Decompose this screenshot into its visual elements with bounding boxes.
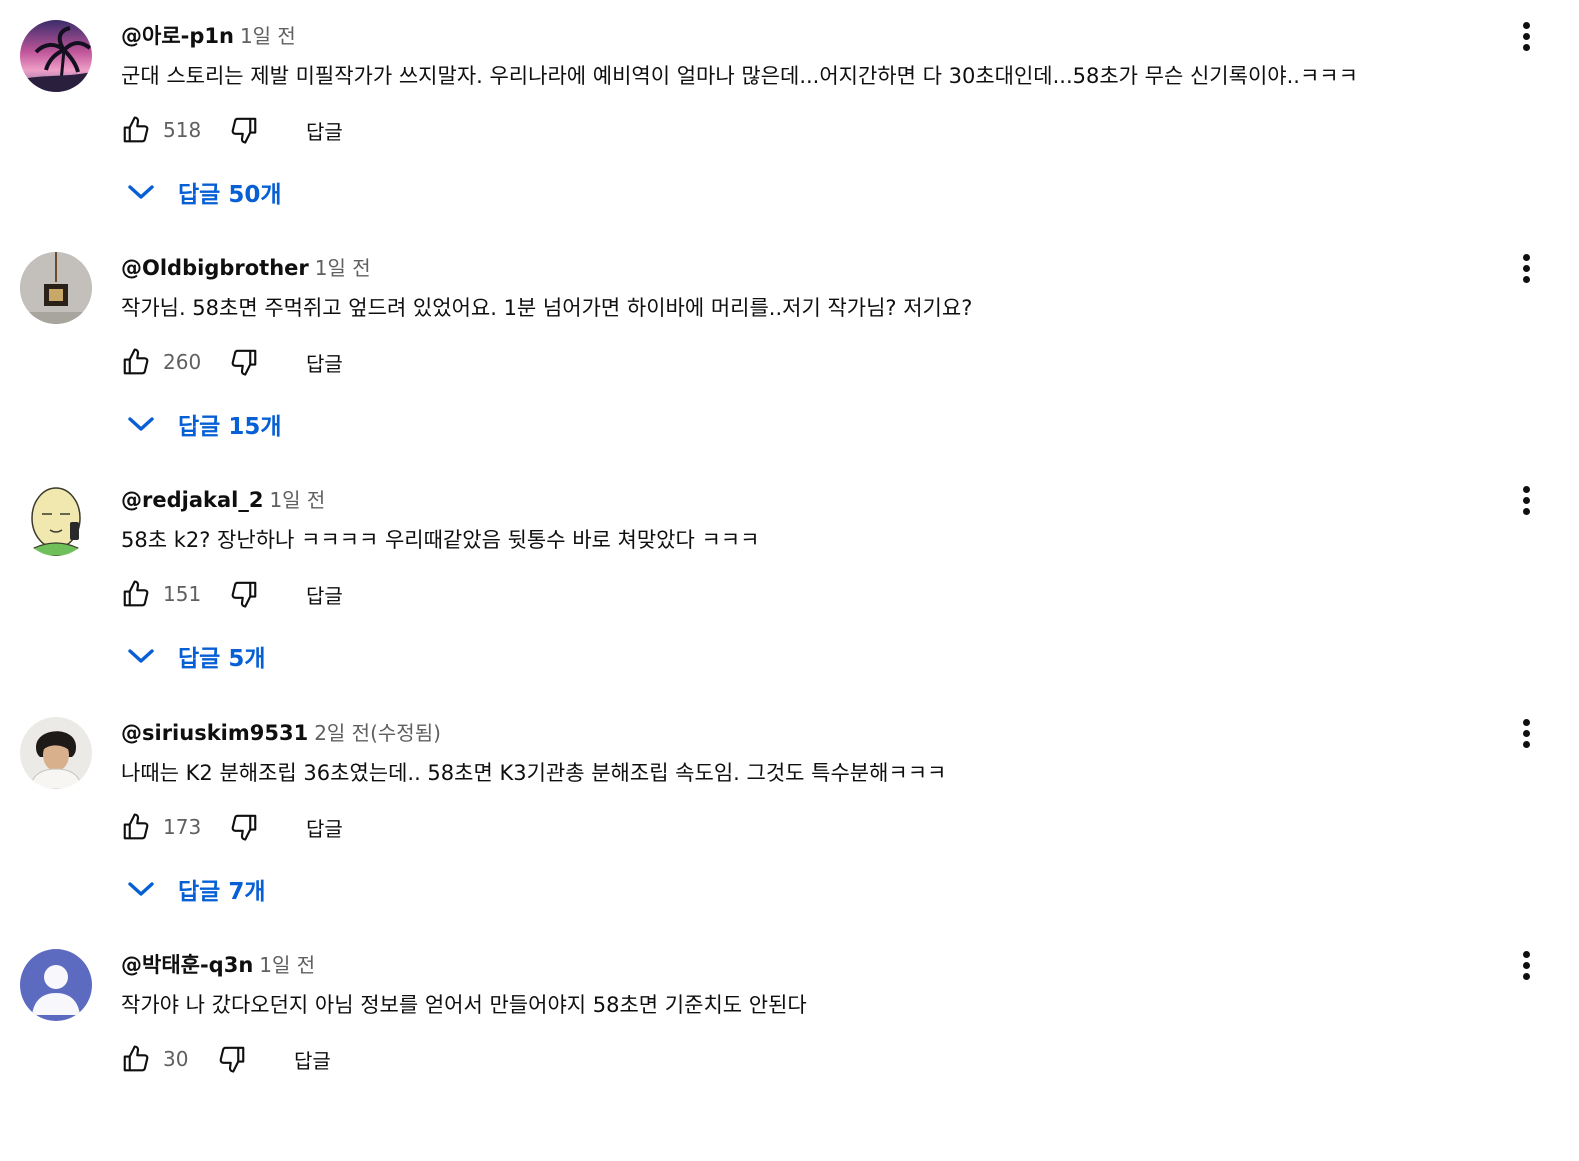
comment-item: @redjakal_2 1일 전 58초 k2? 장난하나 ㅋㅋㅋㅋ 우리때같았음…: [0, 464, 1579, 696]
comment-header: @siriuskim9531 2일 전(수정됨): [121, 717, 441, 747]
thumbs-up-icon: [123, 580, 149, 607]
replies-count: 답글 15개: [178, 414, 282, 440]
dislike-button[interactable]: [226, 112, 262, 148]
comment-time[interactable]: 1일 전: [240, 24, 296, 48]
chevron-down-icon: [128, 882, 154, 896]
comment-menu-button[interactable]: [1506, 248, 1546, 288]
comment-author[interactable]: @박태훈-q3n: [121, 953, 253, 977]
chevron-down-icon: [128, 649, 154, 663]
like-count: 518: [163, 118, 202, 142]
comment-time[interactable]: 1일 전: [269, 488, 325, 512]
reply-button[interactable]: 답글: [306, 580, 343, 609]
replies-count: 답글 5개: [178, 646, 266, 672]
more-vertical-icon: [1522, 950, 1530, 958]
comment-author[interactable]: @Oldbigbrother: [121, 256, 309, 280]
comment-text: 군대 스토리는 제발 미필작가가 쓰지말자. 우리나라에 예비역이 얼마나 많은…: [121, 64, 1358, 88]
comment-header: @아로-p1n 1일 전: [121, 20, 296, 50]
thumbs-up-icon: [123, 813, 149, 840]
avatar[interactable]: [20, 484, 92, 556]
more-vertical-icon: [1522, 253, 1530, 261]
replies-count: 답글 7개: [178, 879, 266, 905]
avatar[interactable]: [20, 20, 92, 92]
comment-menu-button[interactable]: [1506, 713, 1546, 753]
comment-item: @아로-p1n 1일 전 군대 스토리는 제발 미필작가가 쓰지말자. 우리나라에…: [0, 0, 1579, 232]
reply-button[interactable]: 답글: [306, 813, 343, 842]
more-vertical-icon: [1522, 718, 1530, 726]
comment-text: 58초 k2? 장난하나 ㅋㅋㅋㅋ 우리때같았음 뒷통수 바로 쳐맞았다 ㅋㅋㅋ: [121, 528, 760, 552]
reply-button[interactable]: 답글: [294, 1045, 331, 1074]
thumbs-up-icon: [123, 116, 149, 143]
comment-header: @Oldbigbrother 1일 전: [121, 252, 371, 282]
comment-header: @redjakal_2 1일 전: [121, 484, 325, 514]
like-count: 173: [163, 815, 202, 839]
thumbs-down-icon: [231, 117, 257, 144]
chevron-down-icon: [128, 417, 154, 431]
like-count: 151: [163, 582, 202, 606]
comment-header: @박태훈-q3n 1일 전: [121, 949, 315, 979]
comment-item: @siriuskim9531 2일 전(수정됨) 나때는 K2 분해조립 36초였…: [0, 697, 1579, 929]
more-vertical-icon: [1522, 485, 1530, 493]
avatar[interactable]: [20, 252, 92, 324]
comment-time[interactable]: 2일 전(수정됨): [314, 721, 441, 745]
like-button[interactable]: [118, 344, 154, 380]
comment-author[interactable]: @redjakal_2: [121, 488, 263, 512]
dislike-button[interactable]: [214, 1041, 250, 1077]
more-vertical-icon: [1522, 21, 1530, 29]
thumbs-up-icon: [123, 348, 149, 375]
dislike-button[interactable]: [226, 344, 262, 380]
reply-button[interactable]: 답글: [306, 116, 343, 145]
like-count: 30: [163, 1047, 189, 1071]
dislike-button[interactable]: [226, 576, 262, 612]
comments-list: @아로-p1n 1일 전 군대 스토리는 제발 미필작가가 쓰지말자. 우리나라에…: [0, 0, 1579, 1096]
thumbs-up-icon: [123, 1045, 149, 1072]
like-button[interactable]: [118, 112, 154, 148]
comment-menu-button[interactable]: [1506, 16, 1546, 56]
comment-text: 나때는 K2 분해조립 36초였는데.. 58초면 K3기관총 분해조립 속도임…: [121, 761, 947, 785]
comment-author[interactable]: @아로-p1n: [121, 24, 234, 48]
view-replies-button[interactable]: 답글 7개: [124, 867, 266, 911]
avatar[interactable]: [20, 949, 92, 1021]
avatar[interactable]: [20, 717, 92, 789]
dislike-button[interactable]: [226, 809, 262, 845]
view-replies-button[interactable]: 답글 15개: [124, 402, 282, 446]
like-button[interactable]: [118, 576, 154, 612]
chevron-down-icon: [128, 185, 154, 199]
reply-button[interactable]: 답글: [306, 348, 343, 377]
like-button[interactable]: [118, 809, 154, 845]
comment-menu-button[interactable]: [1506, 945, 1546, 985]
like-button[interactable]: [118, 1041, 154, 1077]
comment-menu-button[interactable]: [1506, 480, 1546, 520]
replies-count: 답글 50개: [178, 182, 282, 208]
view-replies-button[interactable]: 답글 50개: [124, 170, 282, 214]
like-count: 260: [163, 350, 202, 374]
comment-text: 작가야 나 갔다오던지 아님 정보를 얻어서 만들어야지 58초면 기준치도 안…: [121, 993, 807, 1017]
thumbs-down-icon: [231, 349, 257, 376]
comment-item: @박태훈-q3n 1일 전 작가야 나 갔다오던지 아님 정보를 얻어서 만들어야…: [0, 929, 1579, 1161]
thumbs-down-icon: [219, 1046, 245, 1073]
thumbs-down-icon: [231, 581, 257, 608]
view-replies-button[interactable]: 답글 5개: [124, 634, 266, 678]
comment-text: 작가님. 58초면 주먹쥐고 엎드려 있었어요. 1분 넘어가면 하이바에 머리…: [121, 296, 973, 320]
comment-item: @Oldbigbrother 1일 전 작가님. 58초면 주먹쥐고 엎드려 있었…: [0, 232, 1579, 464]
comment-author[interactable]: @siriuskim9531: [121, 721, 308, 745]
thumbs-down-icon: [231, 814, 257, 841]
comment-time[interactable]: 1일 전: [315, 256, 371, 280]
comment-time[interactable]: 1일 전: [259, 953, 315, 977]
